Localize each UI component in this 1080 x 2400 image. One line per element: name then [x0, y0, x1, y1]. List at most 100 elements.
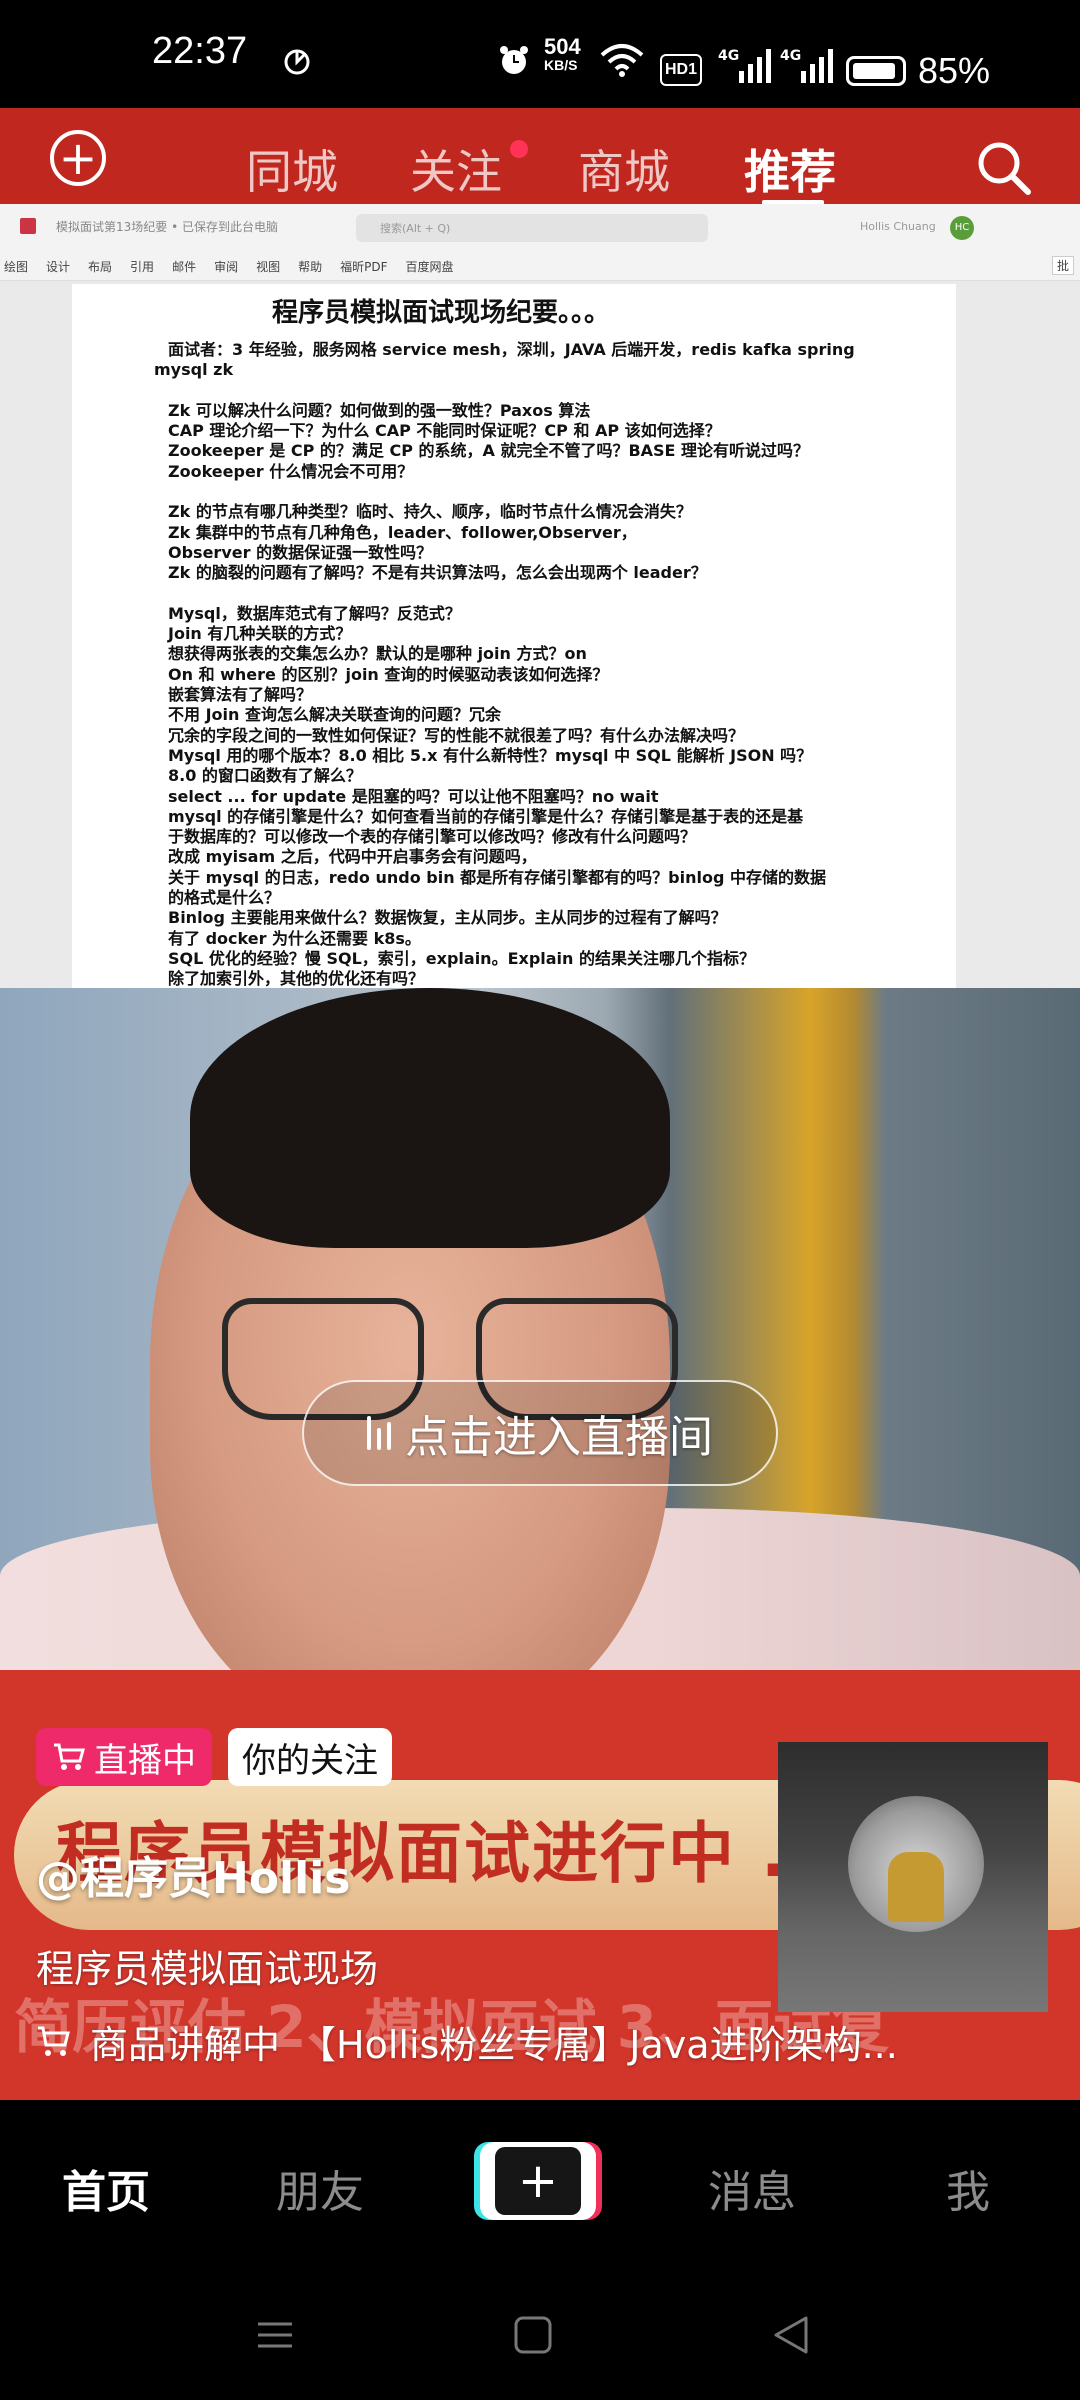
system-navigation-bar [0, 2270, 1080, 2400]
doc-line: 改成 myisam 之后，代码中开启事务会有问题吗， [168, 847, 537, 867]
doc-line: SQL 优化的经验？慢 SQL，索引，explain。Explain 的结果关注… [168, 948, 755, 968]
net-speed-unit: KB/S [544, 57, 578, 73]
doc-menu-bar: 绘图 设计 布局 引用 邮件 审阅 视图 帮助 福昕PDF 百度网盘 [0, 258, 454, 275]
doc-line [168, 381, 928, 401]
status-bar: 22:37 504 KB/S HD1 4G 4G 85% [0, 0, 1080, 108]
doc-line: select ... for update 是阻塞的吗？可以让他不阻塞吗？no … [168, 786, 659, 806]
doc-line: Mysql 用的哪个版本？8.0 相比 5.x 有什么新特性？mysql 中 S… [168, 745, 813, 765]
doc-user-name: Hollis Chuang [860, 220, 936, 233]
doc-menu-item: 布局 [88, 260, 113, 274]
doc-search-placeholder: 搜索(Alt + Q) [380, 222, 451, 235]
cart-outline-icon [38, 2026, 70, 2056]
doc-line: Zookeeper 什么情况会不可用？ [168, 461, 414, 481]
tab-local[interactable]: 同城 [246, 136, 338, 202]
product-status: 商品讲解中 [90, 2023, 281, 2067]
doc-menu-item: 视图 [256, 260, 281, 274]
network-speed: 504 KB/S [544, 34, 581, 74]
doc-page: 程序员模拟面试现场纪要。。。 面试者：3 年经验，服务网格 service me… [72, 284, 956, 988]
shared-document: 模拟面试第13场纪要 • 已保存到此台电脑 搜索(Alt + Q) Hollis… [0, 204, 1080, 988]
wifi-icon [600, 40, 644, 80]
doc-menu-item: 绘图 [4, 260, 29, 274]
doc-line: Zk 的节点有哪几种类型？临时、持久、顺序，临时节点什么情况会消失？ [168, 502, 692, 522]
doc-line: Observer 的数据保证强一致性吗？ [168, 542, 433, 562]
author-name[interactable]: @程序员Hollis [36, 1842, 351, 1906]
bottom-tab-bar: 首页 朋友 + 消息 我 [0, 2100, 1080, 2270]
top-nav: + 同城 关注 商城 推荐 [0, 108, 1080, 205]
tab-following[interactable]: 关注 [410, 136, 502, 202]
live-bars-icon [367, 1416, 391, 1450]
doc-menu-item: 审阅 [214, 260, 239, 274]
doc-line: CAP 理论介绍一下？为什么 CAP 不能同时保证呢？CP 和 AP 该如何选择… [168, 421, 721, 441]
unread-dot [510, 140, 528, 158]
create-plus-icon: + [495, 2147, 581, 2215]
doc-menu-item: 邮件 [172, 260, 197, 274]
live-badge: 直播中 [36, 1728, 212, 1786]
doc-menu-item: 百度网盘 [405, 260, 454, 274]
signal-1-icon: 4G [718, 46, 772, 86]
create-button[interactable]: + [480, 2142, 596, 2220]
signal-2-icon: 4G [780, 46, 834, 86]
signal-1-label: 4G [718, 48, 740, 64]
cart-icon [54, 1743, 85, 1770]
tab-mall[interactable]: 商城 [578, 136, 670, 202]
doc-menu-item: 引用 [130, 260, 155, 274]
add-icon[interactable]: + [50, 130, 106, 186]
doc-line: Zk 可以解决什么问题？如何做到的强一致性？Paxos 算法 [168, 400, 591, 420]
clock: 22:37 [152, 30, 248, 72]
doc-menu-item: 帮助 [298, 260, 323, 274]
doc-line: Zookeeper 是 CP 的？满足 CP 的系统，A 就完全不管了吗？BAS… [168, 441, 810, 461]
doc-line: 嵌套算法有了解吗？ [168, 685, 313, 705]
doc-line: Binlog 主要能用来做什么？数据恢复，主从同步。主从同步的过程有了解吗？ [168, 908, 727, 928]
enter-live-room-button[interactable]: 点击进入直播间 [302, 1380, 778, 1486]
tab-recommend[interactable]: 推荐 [744, 136, 836, 202]
product-row[interactable]: 商品讲解中 【Hollis粉丝专属】Java进阶架构... [36, 2014, 1026, 2069]
doc-line: 的格式是什么？ [168, 888, 281, 908]
doc-line: mysql 的存储引擎是什么？如何查看当前的存储引擎是什么？存储引擎是基于表的还… [168, 806, 804, 826]
doc-menu-item: 福昕PDF [340, 260, 388, 274]
doc-line [168, 584, 928, 604]
doc-line: 面试者：3 年经验，服务网格 service mesh，深圳，JAVA 后端开发… [168, 340, 855, 359]
doc-menu-item: 设计 [46, 260, 71, 274]
tab-home[interactable]: 首页 [62, 2156, 150, 2220]
doc-line: 于数据库的？可以修改一个表的存储引擎可以修改吗？修改有什么问题吗？ [168, 827, 697, 847]
signal-2-label: 4G [780, 48, 802, 64]
tab-friends[interactable]: 朋友 [276, 2156, 364, 2220]
doc-line: 不用 Join 查询怎么解决关联查询的问题？冗余 [168, 705, 501, 725]
live-info-panel: 程序员模拟面试进行中 . 简历评估 2、模拟面试 3、面试复 直播中 你的关注 … [0, 1670, 1080, 2100]
doc-line: 想获得两张表的交集怎么办？默认的是哪种 join 方式？on [168, 644, 587, 664]
doc-line: 有了 docker 为什么还需要 k8s。 [168, 928, 421, 948]
search-icon[interactable] [974, 138, 1034, 198]
live-description: 程序员模拟面试现场 [36, 1947, 379, 1991]
doc-heading: 程序员模拟面试现场纪要。。。 [272, 298, 611, 328]
live-badge-label: 直播中 [94, 1740, 196, 1781]
battery-fill [853, 63, 895, 79]
doc-line: 除了加索引外，其他的优化还有吗？ [168, 969, 425, 988]
doc-user-avatar: HC [950, 216, 974, 240]
home-icon[interactable] [510, 2312, 556, 2358]
video-hair [190, 988, 670, 1248]
doc-body: 面试者：3 年经验，服务网格 service mesh，深圳，JAVA 后端开发… [154, 340, 928, 988]
doc-batch-label: 批 [1051, 256, 1074, 275]
tab-me[interactable]: 我 [946, 2156, 990, 2220]
product-thumbnail[interactable] [778, 1742, 1048, 2012]
doc-line: Zk 的脑裂的问题有了解吗？不是有共识算法吗，怎么会出现两个 leader？ [168, 563, 707, 583]
enter-live-label: 点击进入直播间 [405, 1412, 713, 1463]
doc-line: Mysql，数据库范式有了解吗？反范式？ [168, 603, 461, 623]
tab-messages[interactable]: 消息 [708, 2156, 796, 2220]
doc-line: 冗余的字段之间的一致性如何保证？写的性能不就很差了吗？有什么办法解决吗？ [168, 725, 745, 745]
live-video[interactable] [0, 988, 1080, 1670]
save-icon [20, 218, 36, 234]
doc-line [168, 482, 928, 502]
back-icon[interactable] [768, 2312, 814, 2358]
following-badge: 你的关注 [228, 1728, 392, 1786]
hd-icon: HD1 [660, 54, 702, 86]
doc-line: Join 有几种关联的方式？ [168, 624, 352, 644]
net-speed-value: 504 [544, 34, 581, 59]
doc-title: 模拟面试第13场纪要 • 已保存到此台电脑 [56, 220, 278, 234]
menu-icon[interactable] [252, 2312, 298, 2358]
doc-line: Zk 集群中的节点有几种角色，leader、follower,Observer， [168, 522, 637, 542]
battery-icon [846, 56, 906, 86]
product-title: 【Hollis粉丝专属】Java进阶架构... [298, 2023, 898, 2067]
doc-line: On 和 where 的区别？join 查询的时候驱动表该如何选择？ [168, 664, 609, 684]
doc-line: 8.0 的窗口函数有了解么？ [168, 766, 362, 786]
